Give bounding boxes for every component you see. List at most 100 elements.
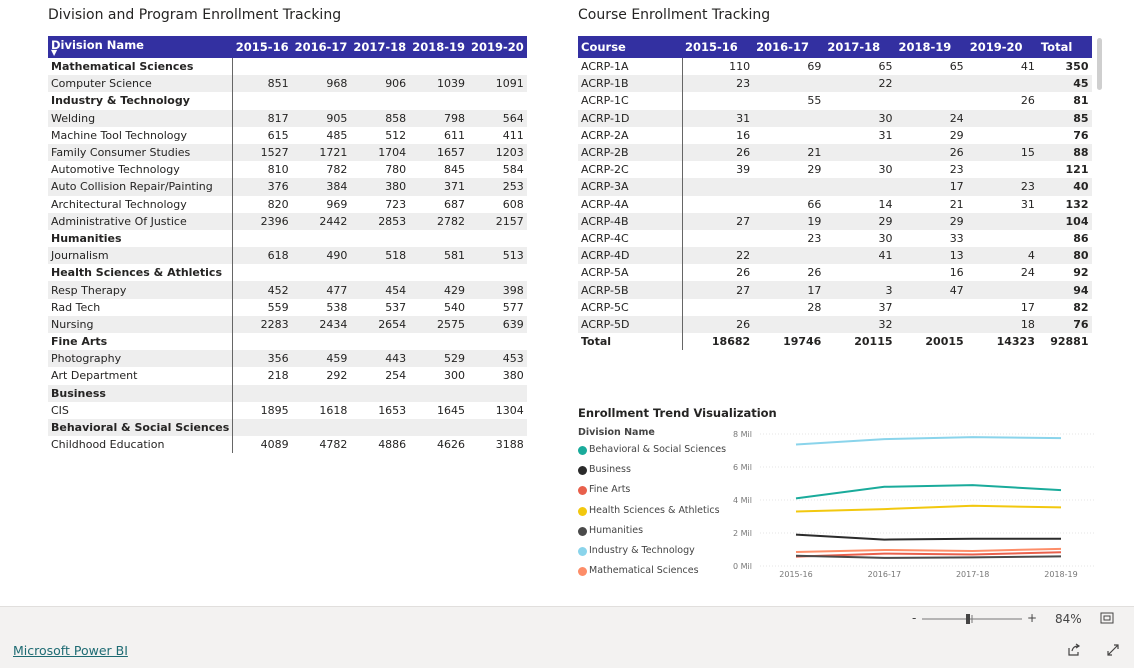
course-row[interactable]: ACRP-5C 28 37 17 82 bbox=[578, 298, 1092, 316]
division-name: Industry & Technology bbox=[51, 94, 190, 108]
enrollment-cell: 17 bbox=[1020, 300, 1035, 314]
division-group-row[interactable]: Business bbox=[48, 384, 527, 402]
enrollment-cell: 1895 bbox=[232, 401, 292, 419]
program-name: Rad Tech bbox=[51, 300, 101, 314]
program-name: Auto Collision Repair/Painting bbox=[48, 178, 233, 196]
column-header-2016-17[interactable]: 2016-17 bbox=[753, 36, 825, 58]
program-row[interactable]: Computer Science 851 968 906 1039 1091 bbox=[48, 75, 527, 93]
legend-item[interactable]: Mathematical Sciences bbox=[578, 565, 726, 585]
enrollment-cell: 15 bbox=[966, 143, 1038, 162]
column-header-2018-19[interactable]: 2018-19 bbox=[409, 36, 468, 58]
course-row[interactable]: ACRP-1A 110 69 65 65 41 350 bbox=[578, 58, 1092, 76]
program-row[interactable]: Journalism 618 490 518 581 513 bbox=[48, 247, 527, 265]
course-row[interactable]: ACRP-4A 66 14 21 31 132 bbox=[578, 195, 1092, 213]
power-bi-link[interactable]: Microsoft Power BI bbox=[13, 643, 128, 658]
course-row[interactable]: ACRP-1D 31 30 24 85 bbox=[578, 109, 1092, 127]
program-row[interactable]: CIS 1895 1618 1653 1645 1304 bbox=[48, 401, 527, 419]
enrollment-cell: 29 bbox=[824, 212, 896, 230]
course-row[interactable]: ACRP-2C 39 29 30 23 121 bbox=[578, 161, 1092, 179]
program-row[interactable]: Administrative Of Justice 2396 2442 2853 278… bbox=[48, 212, 527, 230]
course-row[interactable]: ACRP-5D 26 32 18 76 bbox=[578, 315, 1092, 333]
course-row[interactable]: ACRP-4B 27 19 29 29 104 bbox=[578, 212, 1092, 230]
column-header-2019-20[interactable]: 2019-20 bbox=[467, 36, 527, 58]
fullscreen-icon[interactable] bbox=[1106, 643, 1120, 657]
course-total-cell: 76 bbox=[1073, 128, 1089, 142]
course-row[interactable]: ACRP-2B 26 21 26 15 88 bbox=[578, 143, 1092, 162]
series-line[interactable] bbox=[795, 504, 1062, 513]
course-row[interactable]: ACRP-4D 22 41 13 4 80 bbox=[578, 247, 1092, 265]
division-group-row[interactable]: Fine Arts bbox=[48, 333, 527, 351]
course-code: ACRP-1B bbox=[578, 75, 682, 93]
course-row[interactable]: ACRP-5B 27 17 3 47 94 bbox=[578, 281, 1092, 299]
legend-item[interactable]: Fine Arts bbox=[578, 484, 726, 504]
program-row[interactable]: Art Department 218 292 254 300 380 bbox=[48, 367, 527, 385]
zoom-out-button[interactable]: - bbox=[912, 611, 916, 625]
column-header-2015-16[interactable]: 2015-16 bbox=[232, 36, 292, 58]
column-header-2018-19[interactable]: 2018-19 bbox=[895, 36, 967, 58]
enrollment-cell bbox=[681, 195, 754, 213]
program-row[interactable]: Photography 356 459 443 529 453 bbox=[48, 350, 527, 368]
enrollment-cell: 18 bbox=[966, 315, 1038, 333]
course-row[interactable]: ACRP-1B 23 22 45 bbox=[578, 75, 1092, 93]
column-header-total[interactable]: Total bbox=[1037, 36, 1092, 58]
enrollment-cell: 1645 bbox=[436, 403, 465, 417]
program-row[interactable]: Architectural Technology 820 969 723 687 608 bbox=[48, 195, 527, 213]
division-group-row[interactable]: Humanities bbox=[48, 229, 527, 248]
division-group-row[interactable]: Behavioral & Social Sciences bbox=[48, 418, 527, 437]
series-line[interactable] bbox=[795, 436, 1062, 446]
program-row[interactable]: Auto Collision Repair/Painting 376 384 380 3… bbox=[48, 178, 527, 196]
zoom-slider[interactable] bbox=[922, 612, 1022, 626]
course-row[interactable]: ACRP-5A 26 26 16 24 92 bbox=[578, 264, 1092, 282]
legend-item[interactable]: Behavioral & Social Sciences bbox=[578, 444, 726, 464]
program-row[interactable]: Childhood Education 4089 4782 4886 4626 3188 bbox=[48, 436, 527, 454]
series-line[interactable] bbox=[795, 533, 1061, 541]
program-row[interactable]: Machine Tool Technology 615 485 512 611 411 bbox=[48, 126, 527, 144]
division-group-row[interactable]: Mathematical Sciences bbox=[48, 58, 527, 76]
share-icon[interactable] bbox=[1067, 643, 1081, 657]
column-header-2016-17[interactable]: 2016-17 bbox=[291, 36, 351, 58]
program-row[interactable]: Rad Tech 559 538 537 540 577 bbox=[48, 298, 527, 316]
division-group-row[interactable]: Industry & Technology bbox=[48, 92, 527, 110]
course-row[interactable]: ACRP-4C 23 30 33 86 bbox=[578, 229, 1092, 248]
total-row: Total 18682 19746 20115 20015 14323 92881 bbox=[578, 333, 1092, 351]
zoom-in-button[interactable]: + bbox=[1027, 611, 1037, 625]
course-row[interactable]: ACRP-3A 17 23 40 bbox=[578, 178, 1092, 196]
enrollment-cell: 817 bbox=[232, 109, 292, 127]
series-line[interactable] bbox=[795, 554, 1062, 559]
division-name: Health Sciences & Athletics bbox=[51, 266, 222, 280]
enrollment-cell: 540 bbox=[443, 300, 465, 314]
legend-item[interactable]: Humanities bbox=[578, 525, 726, 545]
column-header-2019-20[interactable]: 2019-20 bbox=[966, 36, 1038, 58]
course-table-scrollbar[interactable] bbox=[1097, 38, 1102, 90]
series-line[interactable] bbox=[795, 484, 1062, 500]
enrollment-cell: 26 bbox=[681, 315, 754, 333]
course-row[interactable]: ACRP-2A 16 31 29 76 bbox=[578, 126, 1092, 144]
series-line[interactable] bbox=[795, 547, 1062, 553]
column-header-division[interactable]: Division Name ▼ bbox=[48, 36, 233, 58]
enrollment-cell: 2853 bbox=[350, 212, 410, 230]
column-header-2017-18[interactable]: 2017-18 bbox=[350, 36, 410, 58]
enrollment-cell bbox=[350, 384, 410, 402]
legend-item[interactable]: Business bbox=[578, 464, 726, 484]
division-group-row[interactable]: Health Sciences & Athletics bbox=[48, 264, 527, 282]
enrollment-cell: 376 bbox=[232, 178, 292, 196]
column-header-2017-18[interactable]: 2017-18 bbox=[824, 36, 896, 58]
enrollment-cell: 30 bbox=[878, 163, 893, 177]
program-row[interactable]: Welding 817 905 858 798 564 bbox=[48, 109, 527, 127]
y-tick-label: 0 Mil bbox=[733, 562, 752, 571]
program-row[interactable]: Resp Therapy 452 477 454 429 398 bbox=[48, 281, 527, 299]
enrollment-cell: 518 bbox=[350, 247, 410, 265]
program-row[interactable]: Nursing 2283 2434 2654 2575 639 bbox=[48, 315, 527, 333]
enrollment-cell bbox=[232, 418, 292, 437]
enrollment-cell bbox=[468, 58, 527, 75]
legend-item[interactable]: Health Sciences & Athletics bbox=[578, 505, 726, 525]
zoom-slider-thumb[interactable] bbox=[966, 614, 970, 624]
fit-to-page-icon[interactable] bbox=[1100, 612, 1114, 624]
program-row[interactable]: Automotive Technology 810 782 780 845 584 bbox=[48, 161, 527, 179]
enrollment-cell bbox=[681, 298, 754, 316]
column-header-2015-16[interactable]: 2015-16 bbox=[682, 36, 754, 58]
column-header-course[interactable]: Course bbox=[578, 36, 682, 58]
course-row[interactable]: ACRP-1C 55 26 81 bbox=[578, 92, 1092, 110]
program-row[interactable]: Family Consumer Studies 1527 1721 1704 1657 1… bbox=[48, 143, 527, 162]
legend-item[interactable]: Industry & Technology bbox=[578, 545, 726, 565]
